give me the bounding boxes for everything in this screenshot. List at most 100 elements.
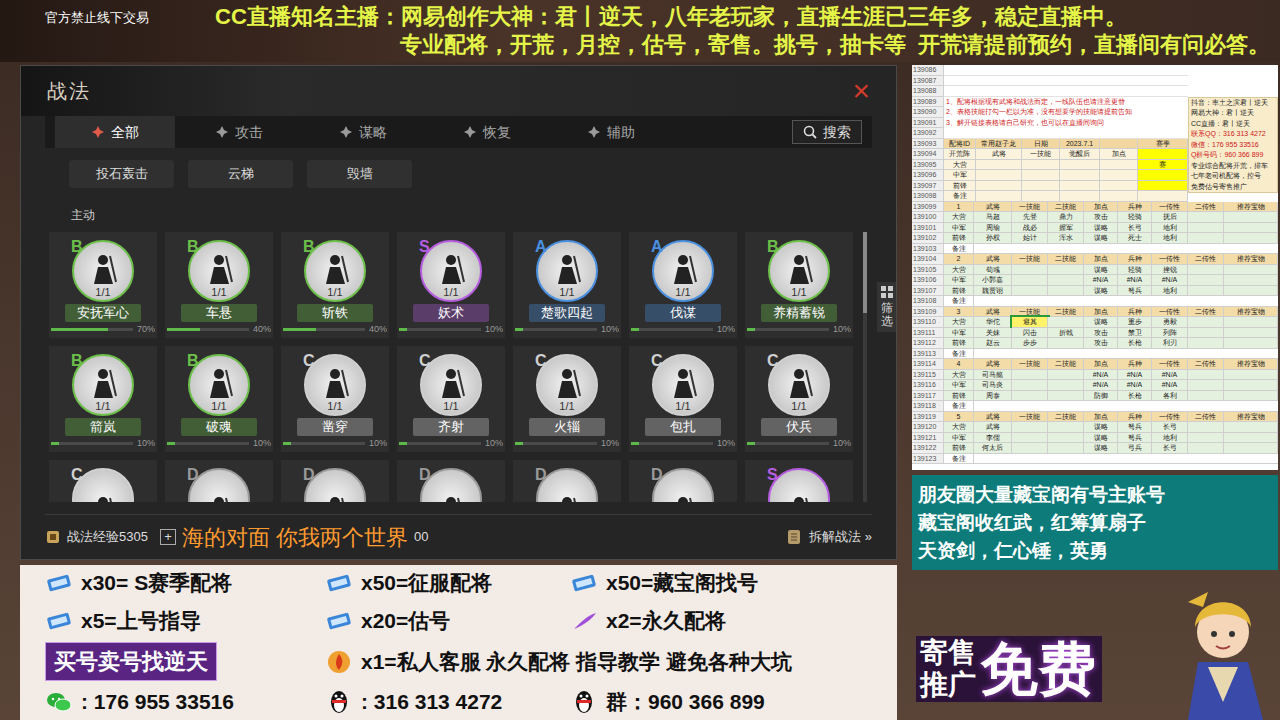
tab[interactable]: 攻击 — [179, 116, 299, 148]
sheet-cell[interactable]: #N/A — [1084, 380, 1118, 391]
sheet-cell[interactable]: 大营 — [944, 160, 976, 171]
sheet-cell[interactable] — [1224, 265, 1278, 276]
sheet-cell[interactable] — [1012, 370, 1048, 381]
sheet-cell[interactable]: 备注 — [944, 296, 974, 307]
sheet-cell[interactable]: 一技能 — [1012, 254, 1048, 265]
sheet-cell[interactable] — [1224, 433, 1278, 444]
sheet-cell[interactable] — [1188, 380, 1224, 391]
sheet-cell[interactable] — [1022, 181, 1060, 192]
sheet-cell[interactable]: 二传性 — [1188, 307, 1224, 318]
sheet-cell[interactable]: 配将ID — [944, 139, 976, 150]
sheet-cell[interactable]: 备注 — [944, 401, 974, 412]
sheet-cell[interactable]: 一传性 — [1152, 254, 1188, 265]
sheet-cell[interactable]: 一技能 — [1012, 307, 1048, 318]
sheet-cell[interactable]: #N/A — [1152, 275, 1188, 286]
sheet-cell[interactable] — [1224, 212, 1278, 223]
sheet-cell[interactable]: 加点 — [1084, 412, 1118, 423]
sheet-cell[interactable]: #N/A — [1152, 380, 1188, 391]
sheet-cell[interactable]: 备注 — [944, 244, 974, 255]
add-button[interactable]: + — [160, 529, 176, 545]
sheet-cell[interactable] — [1188, 391, 1224, 402]
sheet-cell[interactable]: 推荐宝物 — [1224, 412, 1278, 423]
sheet-cell[interactable]: 武将 — [974, 359, 1012, 370]
sheet-cell[interactable]: 2 — [944, 254, 974, 265]
sheet-cell[interactable]: 闪击 — [1012, 328, 1048, 339]
sheet-cell[interactable]: 勇毅 — [1152, 317, 1188, 328]
tactic-card[interactable]: 1/1A楚歌四起10% — [513, 232, 621, 338]
sheet-cell[interactable]: 推荐宝物 — [1224, 307, 1278, 318]
sheet-cell[interactable] — [1048, 391, 1084, 402]
sheet-cell[interactable]: 1 — [944, 202, 974, 213]
tactic-card[interactable]: D — [165, 460, 273, 502]
tab[interactable]: 辅助 — [551, 116, 671, 148]
sheet-cell[interactable] — [1012, 380, 1048, 391]
sheet-cell[interactable]: 李儒 — [974, 433, 1012, 444]
tab[interactable]: 谋略 — [303, 116, 423, 148]
sheet-cell[interactable] — [1100, 191, 1138, 202]
sheet-cell[interactable] — [1048, 275, 1084, 286]
tactic-card[interactable]: 1/1B安抚军心70% — [49, 232, 157, 338]
sheet-cell[interactable] — [1012, 443, 1048, 454]
sheet-cell[interactable]: 谋略 — [1084, 223, 1118, 234]
sheet-cell[interactable]: 加点 — [1084, 254, 1118, 265]
sheet-cell[interactable]: 武将 — [976, 149, 1022, 160]
sheet-cell[interactable] — [1048, 286, 1084, 297]
sheet-cell[interactable]: 小郭嘉 — [974, 275, 1012, 286]
tactic-card[interactable]: 1/1C火辎10% — [513, 346, 621, 452]
sheet-cell[interactable] — [1048, 380, 1084, 391]
sheet-cell[interactable]: 一技能 — [1012, 412, 1048, 423]
sheet-cell[interactable]: 孙权 — [974, 233, 1012, 244]
dismantle-button[interactable]: 拆解战法 » — [785, 527, 872, 547]
sheet-cell[interactable] — [1188, 223, 1224, 234]
tactic-card[interactable]: 1/1S妖术10% — [397, 232, 505, 338]
sheet-cell[interactable] — [1012, 422, 1048, 433]
sheet-cell[interactable] — [1100, 160, 1138, 171]
sheet-cell[interactable]: 二技能 — [1048, 202, 1084, 213]
sheet-cell[interactable]: 二传性 — [1188, 359, 1224, 370]
siege-item[interactable]: 毁墙 — [307, 160, 412, 188]
sheet-cell[interactable] — [1138, 149, 1188, 160]
tactic-card[interactable]: D — [281, 460, 389, 502]
sheet-cell[interactable]: 备注 — [944, 454, 974, 465]
sheet-cell[interactable]: #N/A — [1152, 370, 1188, 381]
sheet-cell[interactable]: 周泰 — [974, 391, 1012, 402]
sheet-cell[interactable]: 华佗 — [974, 317, 1012, 328]
sheet-cell[interactable]: 前锋 — [944, 338, 974, 349]
sheet-cell[interactable] — [1022, 160, 1060, 171]
sheet-cell[interactable]: 中军 — [944, 223, 974, 234]
sheet-cell[interactable]: 日期 — [1022, 139, 1060, 150]
sheet-cell[interactable]: 战必 — [1012, 223, 1048, 234]
sheet-cell[interactable]: #N/A — [1118, 370, 1152, 381]
sheet-cell[interactable]: 前锋 — [944, 286, 974, 297]
sheet-cell[interactable] — [1022, 170, 1060, 181]
sheet-cell[interactable]: 关妹 — [974, 328, 1012, 339]
sheet-cell[interactable]: 谋略 — [1084, 443, 1118, 454]
sheet-cell[interactable] — [1138, 181, 1188, 192]
sheet-cell[interactable]: 赛 — [1138, 160, 1188, 171]
sheet-cell[interactable] — [1048, 265, 1084, 276]
sheet-cell[interactable] — [1224, 443, 1278, 454]
sheet-cell[interactable]: 5 — [944, 412, 974, 423]
sheet-cell[interactable]: 推荐宝物 — [1224, 202, 1278, 213]
sheet-cell[interactable]: 防御 — [1084, 391, 1118, 402]
sheet-cell[interactable]: 地利 — [1152, 433, 1188, 444]
sheet-cell[interactable]: 轻骑 — [1118, 212, 1152, 223]
sheet-cell[interactable] — [1224, 370, 1278, 381]
sheet-cell[interactable]: 开荒阵 — [944, 149, 976, 160]
tactic-card[interactable]: 1/1B破魂10% — [165, 346, 273, 452]
sheet-cell[interactable]: 一技能 — [1012, 359, 1048, 370]
sheet-cell[interactable]: 兵种 — [1118, 254, 1152, 265]
sheet-cell[interactable] — [1224, 233, 1278, 244]
sheet-cell[interactable]: 2023.7.1 — [1060, 139, 1100, 150]
sheet-cell[interactable]: 兵种 — [1118, 307, 1152, 318]
sheet-cell[interactable]: 武将 — [974, 422, 1012, 433]
sheet-cell[interactable] — [1022, 191, 1060, 202]
sheet-cell[interactable]: 加点 — [1100, 149, 1138, 160]
sheet-cell[interactable]: 大营 — [944, 422, 974, 433]
sheet-cell[interactable] — [1138, 191, 1188, 202]
sheet-cell[interactable]: 大营 — [944, 370, 974, 381]
sheet-cell[interactable]: 先登 — [1012, 212, 1048, 223]
sheet-cell[interactable]: 荀彧 — [974, 265, 1012, 276]
tactic-card[interactable]: 1/1B箭岚10% — [49, 346, 157, 452]
sheet-cell[interactable] — [1012, 275, 1048, 286]
